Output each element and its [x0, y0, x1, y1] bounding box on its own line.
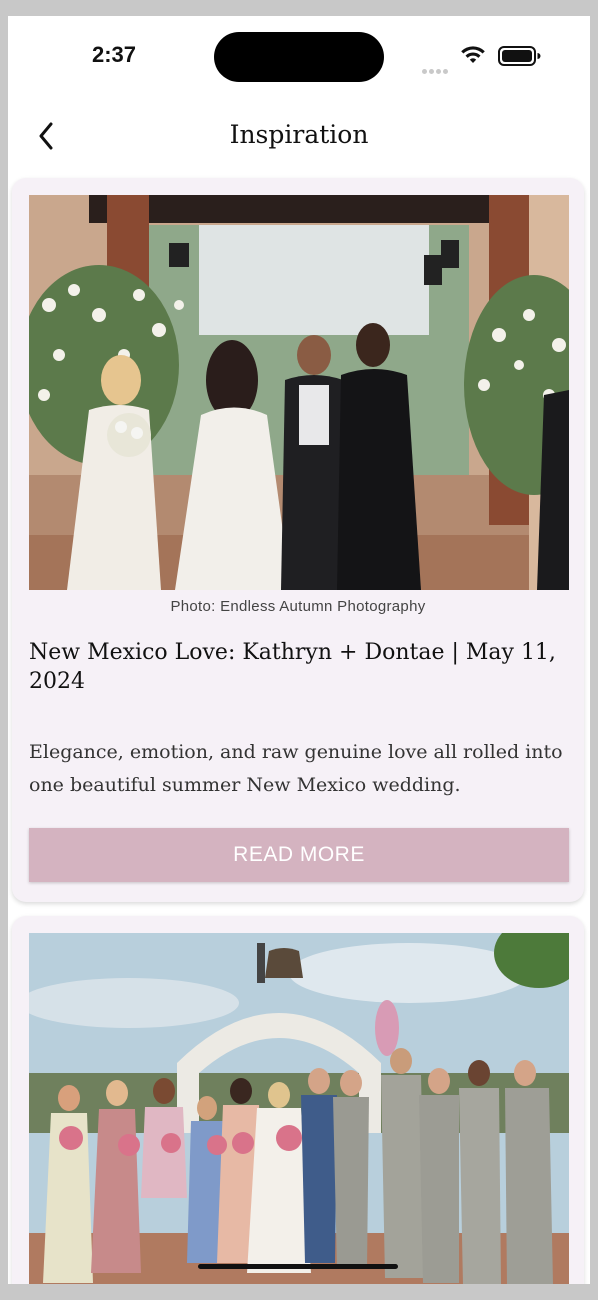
- post-card: Photo: Endless Autumn Photography New Me…: [12, 178, 584, 902]
- wedding-party-photo[interactable]: [29, 933, 569, 1284]
- wifi-icon: [461, 46, 485, 63]
- status-time: 2:37: [92, 42, 137, 67]
- cellular-signal-icon: [422, 59, 450, 78]
- photo-credit: Photo: Endless Autumn Photography: [170, 598, 426, 615]
- app-screen: 2:37 Inspiration Photo: Endless Autumn P…: [8, 16, 590, 1284]
- post-title[interactable]: New Mexico Love: Kathryn + Dontae | May …: [29, 638, 564, 696]
- dynamic-island: [214, 32, 384, 82]
- page-title: Inspiration: [229, 120, 369, 149]
- post-description: Elegance, emotion, and raw genuine love …: [29, 741, 563, 796]
- post-card: [12, 916, 584, 1284]
- read-more-button[interactable]: READ MORE: [29, 828, 569, 882]
- battery-icon: [498, 46, 541, 66]
- home-indicator: [198, 1264, 398, 1269]
- wedding-ceremony-photo[interactable]: [29, 195, 569, 590]
